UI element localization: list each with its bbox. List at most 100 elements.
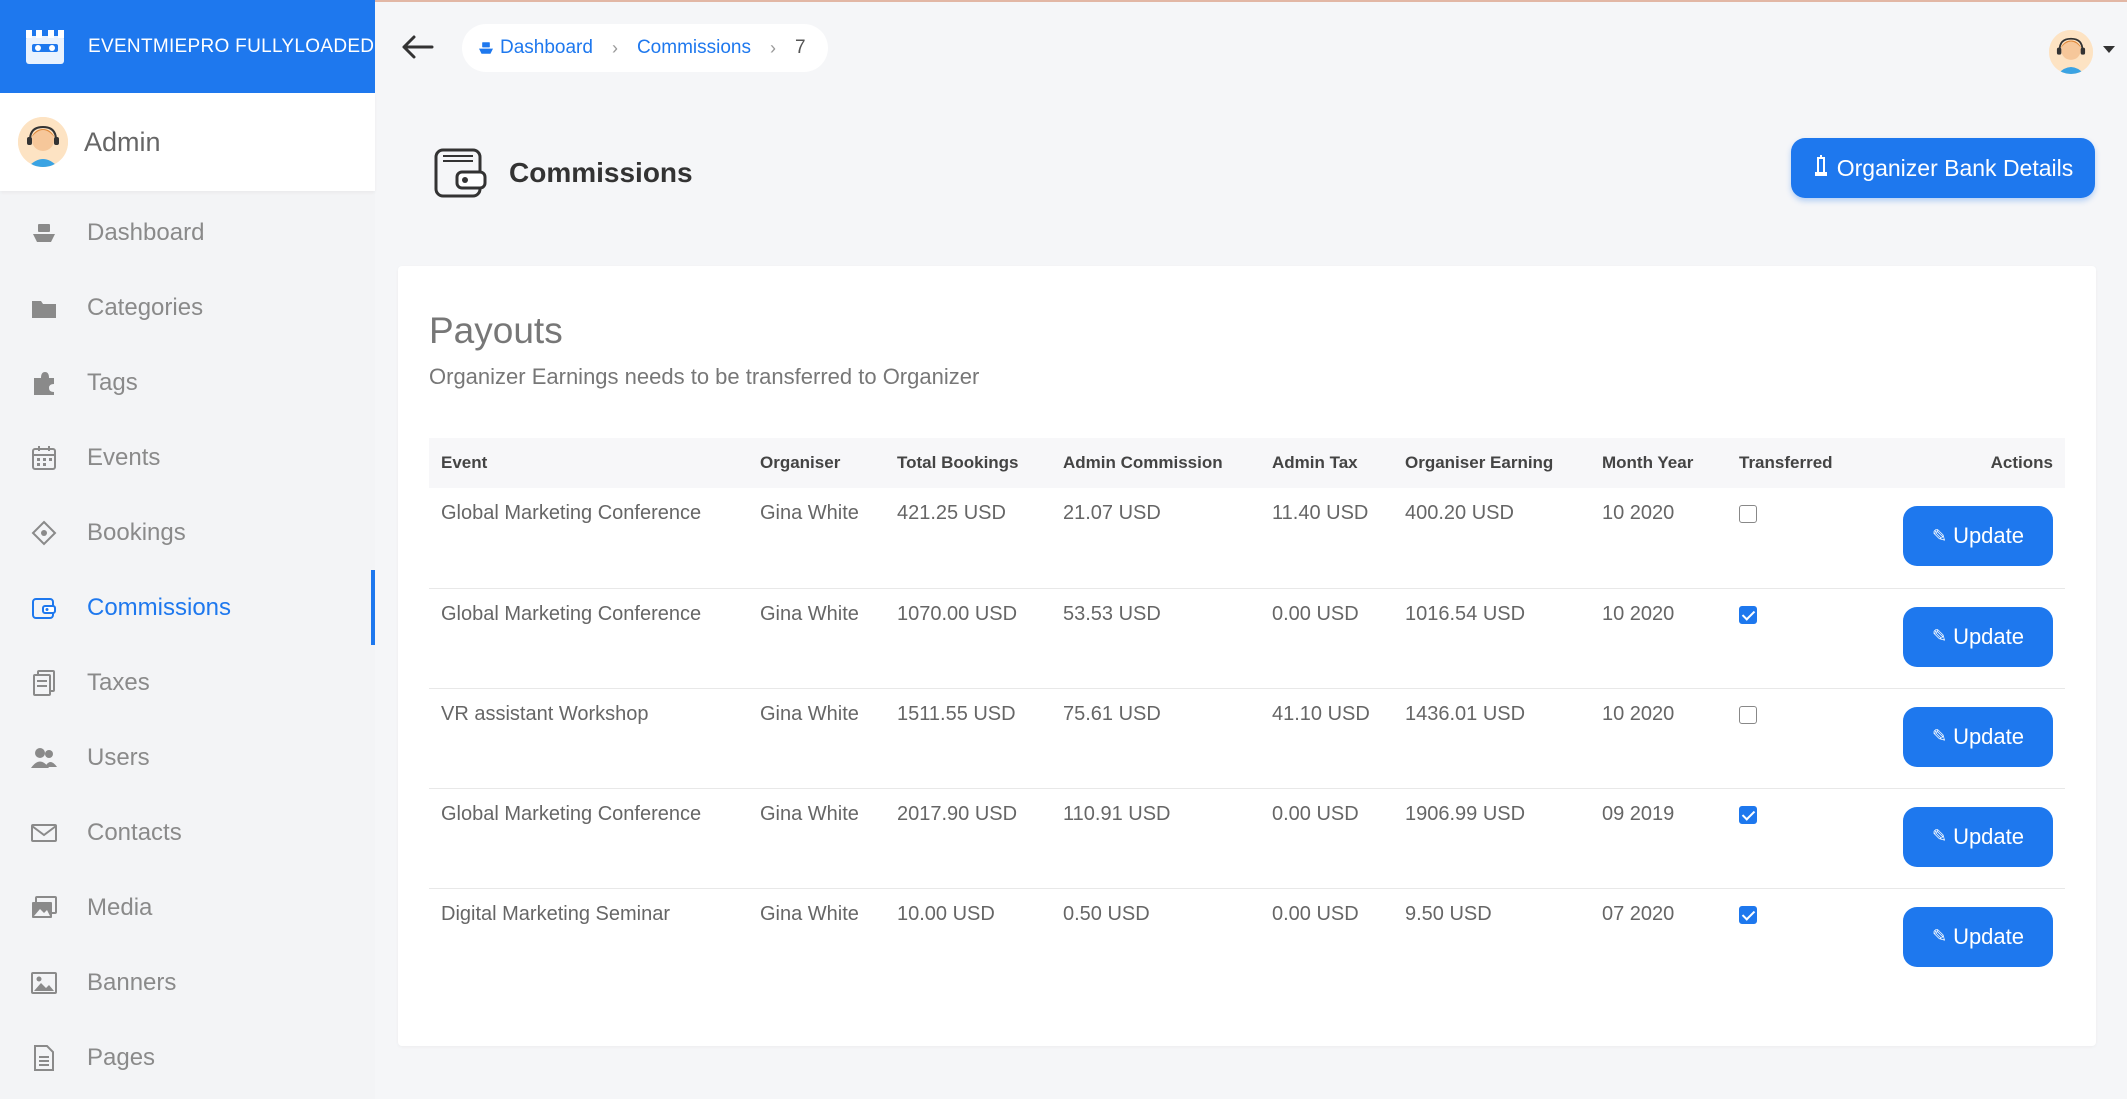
admin-commission-cell: 21.07 USD (1051, 488, 1260, 589)
breadcrumb: Dashboard › Commissions › 7 (462, 24, 828, 72)
transferred-checkbox[interactable] (1739, 605, 1757, 624)
edit-icon: ✎ (1931, 826, 1948, 846)
event-cell: Global Marketing Conference (429, 788, 748, 889)
bank-button-label: Organizer Bank Details (1836, 154, 2074, 181)
sidebar-item-users[interactable]: Users (0, 720, 375, 795)
sidebar-item-label: Users (87, 743, 150, 771)
organiser-earning-cell: 1906.99 USD (1393, 788, 1590, 889)
table-row: VR assistant Workshop Gina White 1511.55… (429, 688, 2065, 789)
payouts-card: Payouts Organizer Earnings needs to be t… (398, 266, 2096, 1046)
transferred-cell (1727, 688, 1887, 789)
actions-cell: ✎ Update (1887, 488, 2065, 589)
ship-icon (479, 42, 493, 54)
column-header: Organiser Earning (1405, 453, 1554, 472)
bank-icon (1813, 154, 1829, 182)
breadcrumb-dashboard-link[interactable]: Dashboard (478, 37, 593, 59)
ship-icon (30, 219, 58, 247)
back-arrow-icon[interactable] (401, 32, 435, 62)
transferred-checkbox[interactable] (1739, 705, 1757, 724)
table-row: Digital Marketing Seminar Gina White 10.… (429, 888, 2065, 988)
sidebar-item-commissions[interactable]: Commissions (0, 570, 375, 645)
sidebar-item-tags[interactable]: Tags (0, 345, 375, 420)
organizer-bank-details-button[interactable]: Organizer Bank Details (1791, 138, 2095, 198)
table-header-row: Event Organiser Total Bookings Admin Com… (429, 438, 2065, 488)
update-button-label: Update (1953, 523, 2025, 548)
admin-tax-cell: 0.00 USD (1272, 902, 1359, 925)
column-header: Month Year (1602, 453, 1694, 472)
sidebar-item-label: Commissions (87, 593, 232, 621)
receipt-icon (30, 669, 58, 697)
month-year-cell: 07 2020 (1602, 902, 1675, 925)
event-cell: VR assistant Workshop (429, 688, 748, 789)
admin-name: Admin (84, 126, 161, 157)
sidebar-item-dashboard[interactable]: Dashboard (0, 195, 375, 270)
edit-icon: ✎ (1931, 726, 1948, 746)
sidebar-item-contacts[interactable]: Contacts (0, 795, 375, 870)
update-button-label: Update (1953, 923, 2025, 949)
update-button[interactable]: ✎ Update (1903, 906, 2053, 967)
event-cell: Digital Marketing Seminar (441, 902, 670, 925)
page-header: Commissions (433, 146, 693, 200)
admin-commission-cell: 53.53 USD (1051, 588, 1260, 689)
card-subtitle: Organizer Earnings needs to be transferr… (429, 364, 980, 389)
organiser-cell: Gina White (760, 902, 859, 925)
table-row: Global Marketing Conference Gina White 1… (429, 588, 2065, 689)
sidebar-item-bookings[interactable]: Bookings (0, 495, 375, 570)
organiser-cell: Gina White (748, 688, 885, 789)
card-title: Payouts (429, 310, 563, 351)
sidebar-item-pages[interactable]: Pages (0, 1020, 375, 1095)
column-header: Event (441, 453, 488, 472)
update-button[interactable]: ✎ Update (1903, 806, 2053, 867)
sidebar-item-label: Contacts (87, 818, 182, 846)
column-header: Actions (1990, 453, 2053, 472)
breadcrumb-commissions-link[interactable]: Commissions (637, 37, 751, 59)
organiser-cell: Gina White (748, 588, 885, 689)
user-menu-avatar[interactable] (2049, 30, 2093, 74)
folder-icon (30, 294, 58, 322)
month-year-cell: 10 2020 (1590, 688, 1727, 789)
month-year-cell: 09 2019 (1590, 788, 1727, 889)
sidebar-item-media[interactable]: Media (0, 870, 375, 945)
transferred-cell (1727, 488, 1887, 589)
update-button[interactable]: ✎ Update (1903, 606, 2053, 667)
total-bookings-cell: 2017.90 USD (885, 788, 1051, 889)
sidebar-item-label: Banners (87, 968, 177, 996)
admin-tax-cell: 0.00 USD (1260, 788, 1393, 889)
sidebar-item-banners[interactable]: Banners (0, 945, 375, 1020)
chevron-right-icon: › (769, 37, 776, 58)
admin-tax-cell: 0.00 USD (1260, 588, 1393, 689)
edit-icon: ✎ (1931, 926, 1948, 946)
transferred-checkbox[interactable] (1739, 805, 1757, 824)
images-icon (30, 894, 58, 922)
brand-header[interactable]: EVENTMIEPRO FULLYLOADED (0, 0, 375, 93)
wallet-icon (30, 594, 58, 622)
sidebar-item-taxes[interactable]: Taxes (0, 645, 375, 720)
update-button[interactable]: ✎ Update (1903, 706, 2053, 767)
update-button-label: Update (1953, 823, 2025, 849)
admin-profile[interactable]: Admin (0, 93, 375, 191)
breadcrumb-current: 7 (794, 37, 806, 58)
topbar: Dashboard › Commissions › 7 (375, 2, 2127, 92)
edit-icon: ✎ (1931, 525, 1948, 546)
sidebar-item-categories[interactable]: Categories (0, 270, 375, 345)
table-row: Global Marketing Conference Gina White 2… (429, 788, 2065, 889)
month-year-cell: 10 2020 (1590, 588, 1727, 689)
sidebar-item-label: Bookings (87, 518, 186, 546)
admin-commission-cell: 0.50 USD (1063, 902, 1150, 925)
update-button-label: Update (1953, 623, 2025, 649)
avatar (18, 117, 68, 167)
envelope-icon (30, 819, 58, 847)
sidebar-nav: Dashboard Categories Tags Events Booking… (0, 195, 375, 1095)
column-header: Admin Commission (1063, 453, 1223, 472)
column-header: Transferred (1739, 453, 1833, 472)
caret-down-icon[interactable] (2103, 46, 2115, 53)
admin-tax-cell: 41.10 USD (1260, 688, 1393, 789)
transferred-checkbox[interactable] (1739, 905, 1757, 924)
actions-cell: ✎ Update (1887, 788, 2065, 889)
sidebar-item-events[interactable]: Events (0, 420, 375, 495)
transferred-checkbox[interactable] (1739, 505, 1757, 523)
sidebar-item-label: Pages (87, 1043, 156, 1071)
breadcrumb-dashboard-label: Dashboard (500, 37, 593, 58)
update-button[interactable]: ✎ Update (1903, 506, 2053, 566)
total-bookings-cell: 10.00 USD (897, 902, 995, 925)
